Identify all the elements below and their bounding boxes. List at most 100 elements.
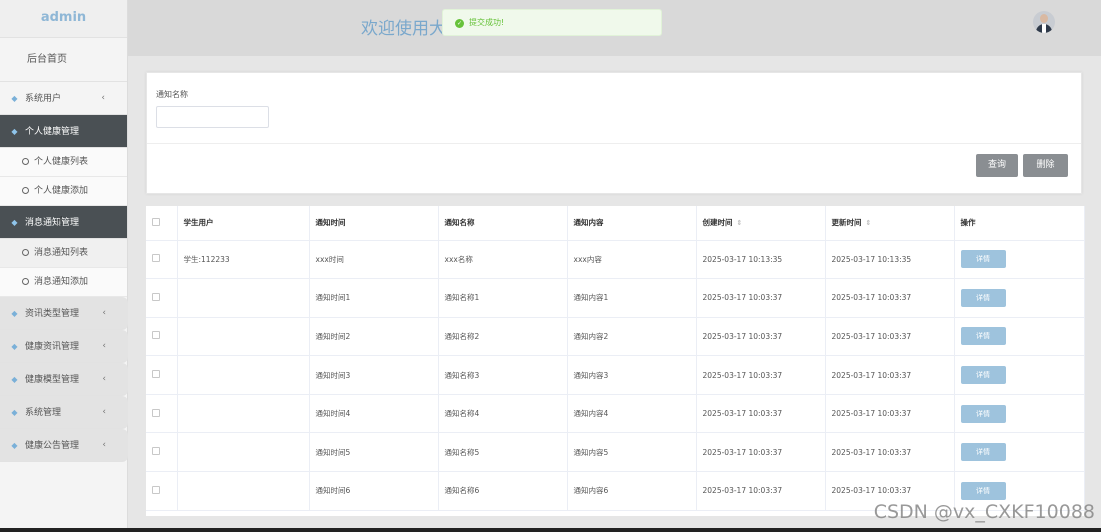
row-checkbox[interactable]: [152, 331, 160, 340]
cell-student: [177, 355, 310, 395]
search-panel: 通知名称 查询 删除: [146, 72, 1082, 194]
sidebar-sub-health-add[interactable]: 个人健康添加: [0, 177, 127, 206]
table-row: 通知时间5 通知名称5 通知内容5 2025-03-17 10:03:37 2025-0…: [146, 432, 1085, 473]
cell-student: [177, 278, 310, 318]
sidebar-sub-notification-add[interactable]: 消息通知添加: [0, 268, 127, 297]
notification-name-input[interactable]: [156, 106, 269, 128]
sidebar-item-health-model[interactable]: ◆ 健康模型管理 ‹: [0, 363, 128, 396]
chevron-left-icon: ‹: [102, 440, 106, 450]
sidebar-item-home[interactable]: 后台首页: [0, 38, 127, 82]
gem-icon: ◆: [11, 94, 18, 103]
sidebar-item-health-announcement[interactable]: ◆ 健康公告管理 ‹: [0, 429, 128, 462]
cell-actions: 详情: [954, 240, 1085, 280]
toast-message: 提交成功!: [469, 18, 505, 27]
row-checkbox[interactable]: [152, 447, 160, 456]
cell-actions: 详情: [954, 432, 1085, 473]
success-toast: ✓ 提交成功!: [442, 9, 662, 36]
detail-button[interactable]: 详情: [960, 250, 1006, 269]
cell-notify-time: 通知时间6: [309, 471, 439, 511]
col-header-updated[interactable]: 更新时间 ⇕: [825, 206, 955, 241]
chevron-left-icon: ‹: [102, 308, 106, 318]
sidebar-item-notification-management[interactable]: ◆ 消息通知管理: [0, 206, 127, 239]
detail-button[interactable]: 详情: [960, 366, 1006, 385]
row-checkbox[interactable]: [152, 254, 160, 263]
row-checkbox[interactable]: [152, 370, 160, 379]
cell-notify-time: xxx时间: [309, 240, 439, 280]
col-header-student: 学生用户: [177, 206, 310, 241]
row-select-cell: [146, 240, 178, 280]
cell-notify-time: 通知时间2: [309, 317, 439, 357]
chevron-left-icon: ‹: [101, 93, 105, 103]
cell-updated: 2025-03-17 10:03:37: [825, 278, 955, 318]
col-header-notify-content: 通知内容: [567, 206, 697, 241]
sidebar-item-system-users[interactable]: ◆ 系统用户 ‹: [0, 82, 127, 115]
detail-button[interactable]: 详情: [960, 443, 1006, 462]
table-row: 通知时间2 通知名称2 通知内容2 2025-03-17 10:03:37 2025-0…: [146, 317, 1085, 357]
select-all-checkbox[interactable]: [152, 217, 160, 226]
bottom-bar: [0, 528, 1101, 532]
cell-actions: 详情: [954, 394, 1085, 434]
cell-updated: 2025-03-17 10:03:37: [825, 317, 955, 357]
cell-updated: 2025-03-17 10:03:37: [825, 394, 955, 434]
row-select-cell: [146, 278, 178, 318]
query-button[interactable]: 查询: [976, 154, 1018, 177]
top-header: 欢迎使用大 ✓ 提交成功!: [128, 0, 1101, 56]
cell-actions: 详情: [954, 278, 1085, 318]
detail-button[interactable]: 详情: [960, 288, 1006, 307]
col-header-notify-time: 通知时间: [309, 206, 439, 241]
table-row: 通知时间3 通知名称3 通知内容3 2025-03-17 10:03:37 2025-0…: [146, 355, 1085, 395]
brand-logo: admin: [0, 0, 127, 38]
cell-notify-time: 通知时间5: [309, 432, 439, 473]
chevron-left-icon: ‹: [102, 374, 106, 384]
sidebar-item-news-type[interactable]: ◆ 资讯类型管理 ‹: [0, 297, 128, 330]
gem-icon: ◆: [11, 218, 18, 227]
avatar-shirt: [1042, 24, 1046, 33]
cell-created: 2025-03-17 10:03:37: [696, 471, 826, 511]
col-header-created[interactable]: 创建时间 ⇕: [696, 206, 826, 241]
row-checkbox[interactable]: [152, 485, 160, 494]
avatar[interactable]: [1033, 11, 1055, 33]
cell-created: 2025-03-17 10:03:37: [696, 317, 826, 357]
row-select-cell: [146, 394, 178, 434]
detail-button[interactable]: 详情: [960, 404, 1006, 423]
cell-updated: 2025-03-17 10:03:37: [825, 432, 955, 473]
cell-updated: 2025-03-17 10:13:35: [825, 240, 955, 280]
avatar-head: [1040, 14, 1048, 23]
cell-notify-time: 通知时间3: [309, 355, 439, 395]
sidebar-item-health-management[interactable]: ◆ 个人健康管理: [0, 115, 127, 148]
cell-notify-time: 通知时间1: [309, 278, 439, 318]
gem-icon: ◆: [11, 127, 18, 136]
detail-button[interactable]: 详情: [960, 327, 1006, 346]
row-checkbox[interactable]: [152, 408, 160, 417]
cell-notify-content: 通知内容4: [567, 394, 697, 434]
cell-notify-content: 通知内容2: [567, 317, 697, 357]
sidebar-item-health-news[interactable]: ◆ 健康资讯管理 ‹: [0, 330, 128, 363]
cell-student: [177, 394, 310, 434]
data-table: 学生用户 通知时间 通知名称 通知内容 创建时间 ⇕ 更新时间 ⇕ 操作 学生:11…: [146, 206, 1085, 516]
sort-icon[interactable]: ⇕: [737, 219, 743, 227]
cell-actions: 详情: [954, 355, 1085, 395]
chevron-left-icon: ‹: [102, 407, 106, 417]
sidebar-sub-health-list[interactable]: 个人健康列表: [0, 148, 127, 177]
circle-icon: [22, 278, 29, 285]
select-all-cell: [146, 206, 178, 241]
delete-button[interactable]: 删除: [1023, 154, 1068, 177]
check-circle-icon: ✓: [455, 19, 464, 28]
sidebar-sub-notification-list[interactable]: 消息通知列表: [0, 239, 127, 268]
sort-icon[interactable]: ⇕: [866, 219, 872, 227]
row-select-cell: [146, 317, 178, 357]
watermark: CSDN @vx_CXKF10088: [873, 501, 1095, 523]
cell-created: 2025-03-17 10:03:37: [696, 355, 826, 395]
panel-divider: [147, 143, 1081, 144]
cell-notify-content: 通知内容3: [567, 355, 697, 395]
cell-student: 学生:112233: [177, 240, 310, 280]
gem-icon: ◆: [11, 375, 18, 384]
sidebar-item-system-management[interactable]: ◆ 系统管理 ‹: [0, 396, 128, 429]
table-row: 通知时间1 通知名称1 通知内容1 2025-03-17 10:03:37 2025-0…: [146, 278, 1085, 318]
cell-created: 2025-03-17 10:13:35: [696, 240, 826, 280]
sidebar: admin 后台首页 ◆ 系统用户 ‹ ◆ 个人健康管理 个人健康列表 个人健康添加…: [0, 0, 128, 532]
row-checkbox[interactable]: [152, 292, 160, 301]
detail-button[interactable]: 详情: [960, 481, 1006, 500]
cell-created: 2025-03-17 10:03:37: [696, 394, 826, 434]
table-header-row: 学生用户 通知时间 通知名称 通知内容 创建时间 ⇕ 更新时间 ⇕ 操作: [146, 206, 1085, 241]
